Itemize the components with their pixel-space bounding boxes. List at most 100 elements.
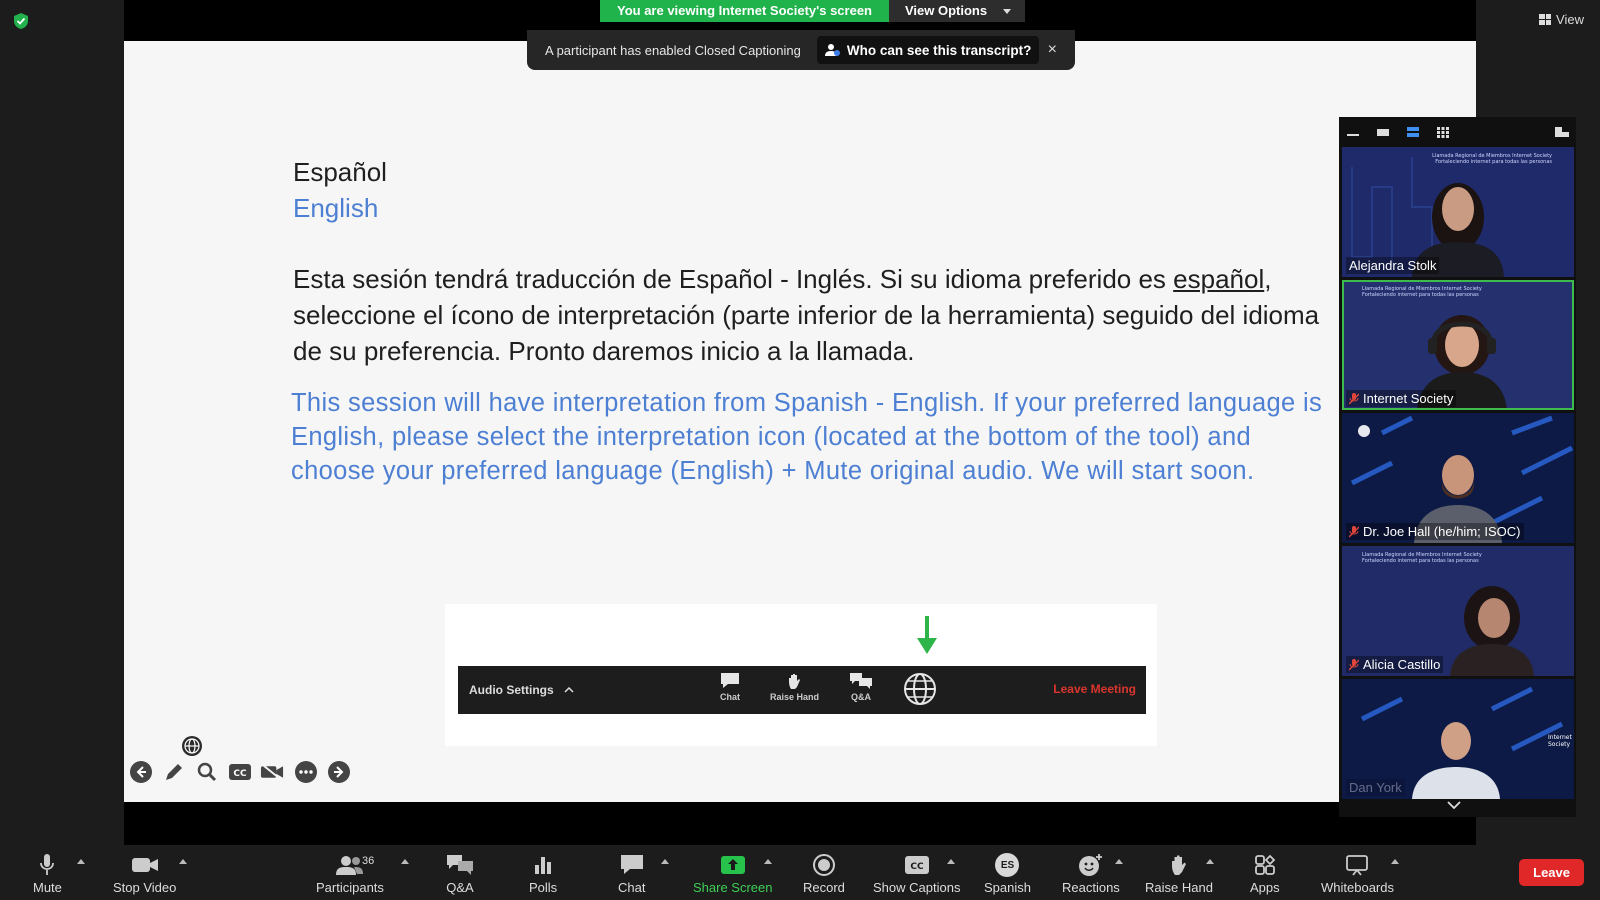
chat-label: Chat bbox=[618, 880, 646, 895]
slide-spanish-title: Español bbox=[293, 157, 387, 187]
svg-text:CC: CC bbox=[233, 769, 247, 779]
participants-count: 36 bbox=[362, 855, 375, 867]
hand-icon bbox=[1169, 853, 1189, 877]
gallery-header bbox=[1339, 117, 1576, 147]
chevron-up-icon[interactable] bbox=[179, 859, 187, 864]
language-badge: ES bbox=[995, 853, 1020, 877]
closed-caption-notice: A participant has enabled Closed Caption… bbox=[527, 30, 1075, 70]
zoom-meeting-window: You are viewing Internet Society's scree… bbox=[0, 0, 1600, 900]
annotation-toolbar: CC bbox=[128, 759, 351, 784]
apps-label: Apps bbox=[1250, 880, 1280, 895]
arrow-right-icon[interactable] bbox=[326, 759, 351, 784]
record-label: Record bbox=[803, 880, 845, 895]
polls-icon bbox=[533, 853, 553, 877]
video-gallery-panel: Llamada Regional de Miembros Internet So… bbox=[1339, 117, 1576, 817]
share-screen-icon bbox=[720, 853, 746, 877]
illustrated-raise-hand: Raise Hand bbox=[770, 672, 819, 706]
chevron-up-icon[interactable] bbox=[77, 859, 85, 864]
stop-video-button[interactable]: Stop Video bbox=[113, 853, 176, 895]
more-options-icon[interactable] bbox=[293, 759, 318, 784]
view-options-button[interactable]: View Options bbox=[889, 0, 1026, 22]
show-captions-label: Show Captions bbox=[873, 880, 961, 895]
illustrated-qa: Q&A bbox=[849, 672, 873, 706]
video-tile[interactable]: Internet Society Dan York bbox=[1342, 679, 1574, 799]
whiteboards-button[interactable]: Whiteboards bbox=[1321, 853, 1394, 895]
polls-label: Polls bbox=[529, 880, 558, 895]
speaker-view-icon[interactable] bbox=[1375, 125, 1391, 139]
chevron-down-icon bbox=[1003, 8, 1012, 14]
qa-label: Q&A bbox=[446, 880, 474, 895]
strip-view-icon[interactable] bbox=[1405, 125, 1421, 139]
slide-english-title: English bbox=[293, 193, 379, 223]
svg-text:Society: Society bbox=[1548, 741, 1570, 748]
video-tile[interactable]: Dr. Joe Hall (he/him; ISOC) bbox=[1342, 413, 1574, 543]
chevron-up-icon[interactable] bbox=[661, 859, 669, 864]
chat-button[interactable]: Chat bbox=[618, 853, 645, 895]
svg-text:Fortaleciendo internet para to: Fortaleciendo internet para todas las pe… bbox=[1435, 159, 1552, 165]
qa-icon bbox=[850, 673, 873, 689]
polls-button[interactable]: Polls bbox=[529, 853, 557, 895]
video-tile[interactable]: Llamada Regional de Miembros Internet So… bbox=[1342, 546, 1574, 676]
sharing-status-text: You are viewing Internet Society's scree… bbox=[600, 0, 889, 22]
grid-view-icon[interactable] bbox=[1435, 125, 1451, 139]
apps-icon bbox=[1254, 853, 1276, 877]
arrow-down-icon bbox=[917, 616, 937, 654]
shield-check-icon[interactable] bbox=[12, 12, 30, 30]
leave-button[interactable]: Leave bbox=[1519, 859, 1584, 886]
mute-label: Mute bbox=[33, 880, 62, 895]
view-button[interactable]: View bbox=[1539, 12, 1584, 27]
meeting-toolbar: Mute Stop Video Participants 36 Q&A Poll… bbox=[0, 845, 1600, 900]
raise-hand-label: Raise Hand bbox=[1145, 880, 1213, 895]
illustrated-leave-meeting: Leave Meeting bbox=[1053, 682, 1136, 696]
cc-notice-text: A participant has enabled Closed Caption… bbox=[545, 42, 801, 58]
chevron-up-icon bbox=[564, 687, 574, 693]
record-icon bbox=[812, 853, 835, 877]
closed-caption-icon[interactable]: CC bbox=[227, 759, 252, 784]
illustrated-chat: Chat bbox=[720, 672, 740, 706]
pop-out-icon[interactable] bbox=[1554, 125, 1570, 139]
share-screen-label: Share Screen bbox=[693, 880, 773, 895]
zoom-icon[interactable] bbox=[194, 759, 219, 784]
mic-muted-icon bbox=[1349, 392, 1359, 404]
view-options-label: View Options bbox=[905, 3, 988, 18]
chevron-up-icon[interactable] bbox=[1206, 859, 1214, 864]
raise-hand-button[interactable]: Raise Hand bbox=[1145, 853, 1213, 895]
mute-button[interactable]: Mute bbox=[33, 853, 62, 895]
chevron-up-icon[interactable] bbox=[401, 859, 409, 864]
mic-muted-icon bbox=[1349, 525, 1359, 537]
participant-name: Alejandra Stolk bbox=[1346, 257, 1440, 274]
whiteboards-label: Whiteboards bbox=[1321, 880, 1394, 895]
video-tile[interactable]: Llamada Regional de Miembros Internet So… bbox=[1342, 147, 1574, 277]
language-label: Spanish bbox=[984, 880, 1031, 895]
chevron-up-icon[interactable] bbox=[947, 859, 955, 864]
svg-text:Fortaleciendo internet para to: Fortaleciendo internet para todas las pe… bbox=[1362, 558, 1479, 564]
arrow-left-icon[interactable] bbox=[128, 759, 153, 784]
who-can-see-transcript-button[interactable]: Who can see this transcript? bbox=[816, 36, 1040, 64]
language-interpretation-button[interactable]: ES Spanish bbox=[984, 853, 1031, 895]
chevron-up-icon[interactable] bbox=[1115, 859, 1123, 864]
globe-icon[interactable] bbox=[181, 735, 203, 762]
svg-text:Fortaleciendo internet para to: Fortaleciendo internet para todas las pe… bbox=[1362, 292, 1479, 298]
chat-icon bbox=[620, 853, 644, 877]
shared-screen: Español English Esta sesión tendrá tradu… bbox=[124, 41, 1476, 802]
chevron-down-icon[interactable] bbox=[1447, 797, 1461, 815]
share-screen-button[interactable]: Share Screen bbox=[693, 853, 773, 895]
chevron-up-icon[interactable] bbox=[764, 859, 772, 864]
apps-button[interactable]: Apps bbox=[1250, 853, 1280, 895]
pencil-icon[interactable] bbox=[161, 759, 186, 784]
record-button[interactable]: Record bbox=[803, 853, 845, 895]
minimize-icon[interactable] bbox=[1345, 125, 1361, 139]
smiley-plus-icon bbox=[1078, 853, 1104, 877]
illustrated-audio-settings: Audio Settings bbox=[469, 683, 574, 697]
closed-caption-icon: CC bbox=[904, 853, 930, 877]
video-camera-icon bbox=[131, 853, 159, 877]
reactions-button[interactable]: Reactions bbox=[1062, 853, 1120, 895]
qa-button[interactable]: Q&A bbox=[446, 853, 474, 895]
person-icon bbox=[824, 44, 840, 56]
close-icon[interactable]: × bbox=[1048, 41, 1057, 59]
video-off-icon[interactable] bbox=[260, 759, 285, 784]
stop-video-label: Stop Video bbox=[113, 880, 177, 895]
svg-text:CC: CC bbox=[910, 862, 924, 872]
video-tile-active-speaker[interactable]: Llamada Regional de Miembros Internet So… bbox=[1342, 280, 1574, 410]
chevron-up-icon[interactable] bbox=[1391, 859, 1399, 864]
